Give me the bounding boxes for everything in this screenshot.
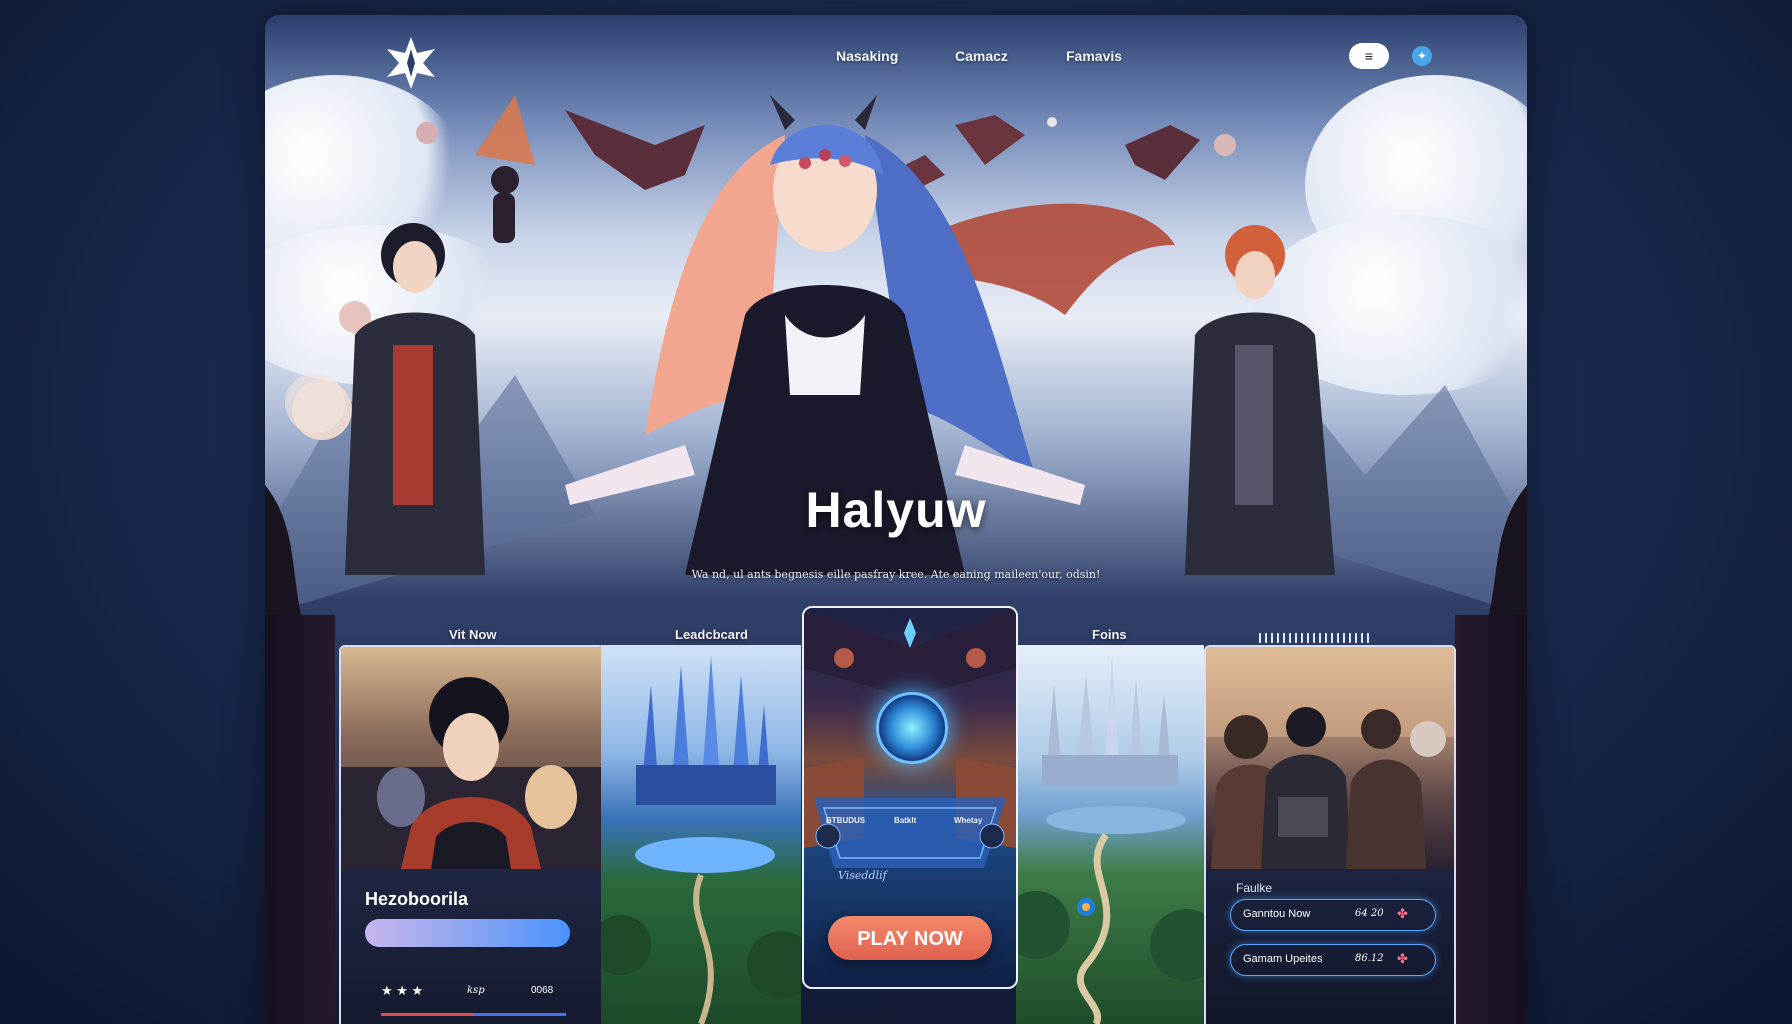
community-artwork: [1206, 647, 1454, 869]
left-thorn-border: [265, 615, 335, 1024]
top-navigation: Nasaking Camacz Famavis ≡ ✦: [265, 15, 1527, 95]
portal-orb-icon: [876, 692, 948, 764]
globe-icon[interactable]: ✦: [1412, 46, 1432, 66]
nav-link-famavis[interactable]: Famavis: [1066, 48, 1122, 64]
profile-artwork: [341, 647, 603, 869]
hamburger-icon: ≡: [1364, 48, 1374, 64]
share-icon: ✤: [1397, 951, 1408, 966]
profile-info: Hezoboorila ★ ★ ★ ksp 0068: [341, 869, 603, 1024]
community-row-1[interactable]: Ganntou Now 64 20 ✤: [1230, 899, 1436, 931]
castle-scene-right: [1016, 645, 1204, 1024]
brand-logo[interactable]: [383, 35, 439, 91]
mini-item-2: Batklt: [894, 816, 917, 825]
profile-meta-value: 0068: [531, 985, 554, 996]
divider-line: [381, 1013, 566, 1016]
crowd-illustration: [1206, 647, 1454, 869]
nav-link-nasaking[interactable]: Nasaking: [836, 48, 898, 64]
star-rating: ★ ★ ★: [381, 983, 424, 998]
profile-name: Hezoboorila: [365, 889, 469, 909]
right-thorn-border: [1455, 615, 1527, 1024]
mini-item-3: Whetay: [954, 816, 983, 825]
game-landing-page: Nasaking Camacz Famavis ≡ ✦ Halyuw Wa nd…: [265, 15, 1527, 1024]
row-value: 86.12: [1355, 953, 1384, 964]
community-info: Faulke Ganntou Now 64 20 ✤ Gamam Upeites…: [1206, 869, 1454, 1024]
progress-bar: [365, 919, 570, 947]
row-label: Ganntou Now: [1243, 908, 1311, 920]
hero-subtitle: Wa nd, ul ants begnesis eille pasfray kr…: [691, 568, 1101, 581]
hero-title: Halyuw: [805, 482, 987, 538]
hero-illustration: [265, 95, 1527, 655]
nav-link-camacz[interactable]: Camacz: [955, 48, 1008, 64]
featured-play-card[interactable]: BTBUDUS Batklt Whetay Viseddlif PLAY NOW: [802, 606, 1018, 989]
menu-button[interactable]: ≡: [1349, 43, 1389, 69]
play-now-button[interactable]: PLAY NOW: [828, 916, 992, 960]
row-label: Gamam Upeites: [1243, 953, 1323, 965]
castle-illustration-distant: [1016, 655, 1204, 1024]
mini-caption: Viseddlif: [838, 869, 887, 882]
community-title: Faulke: [1236, 881, 1273, 895]
community-card[interactable]: Faulke Ganntou Now 64 20 ✤ Gamam Upeites…: [1204, 645, 1456, 1024]
castle-scene-left: [601, 645, 801, 1024]
mini-item-1: BTBUDUS: [826, 816, 866, 825]
profile-meta-label: ksp: [467, 985, 485, 996]
player-profile-card[interactable]: Hezoboorila ★ ★ ★ ksp 0068: [339, 645, 605, 1024]
community-row-2[interactable]: Gamam Upeites 86.12 ✤: [1230, 944, 1436, 976]
share-icon: ✤: [1397, 906, 1408, 921]
castle-illustration: [601, 655, 801, 1024]
section-label-leaderboard[interactable]: Leadcbcard: [675, 627, 748, 642]
profile-illustration: [341, 677, 603, 869]
decorative-tick-strip: [1259, 633, 1369, 643]
row-value: 64 20: [1355, 908, 1384, 919]
section-label-vit-now[interactable]: Vit Now: [449, 627, 496, 642]
section-label-forums[interactable]: Foins: [1092, 627, 1127, 642]
